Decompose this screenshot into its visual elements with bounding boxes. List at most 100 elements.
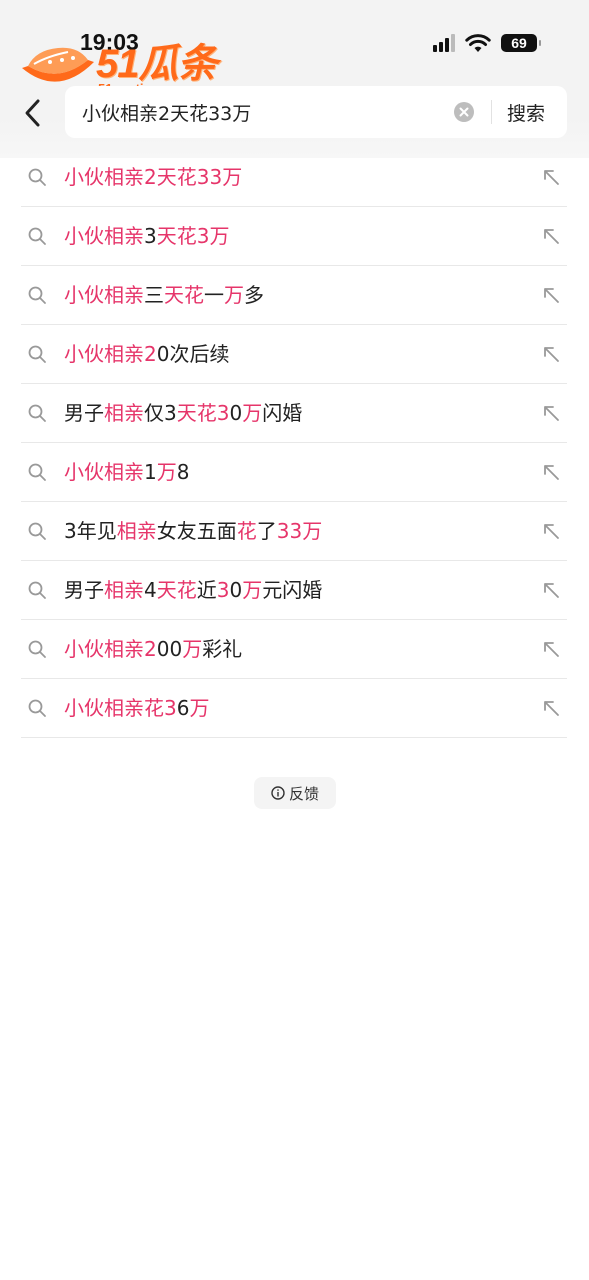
status-icons: 69 bbox=[433, 32, 541, 54]
arrow-up-left-icon[interactable] bbox=[541, 285, 561, 305]
suggestion-text: 小伙相亲三天花一万多 bbox=[64, 281, 264, 309]
highlighted-text: 天花 bbox=[156, 224, 197, 248]
highlighted-text: 花 bbox=[144, 696, 164, 720]
plain-text: 男子 bbox=[64, 578, 104, 602]
highlighted-text: 天花 bbox=[156, 165, 197, 189]
arrow-up-left-icon[interactable] bbox=[541, 344, 561, 364]
highlighted-text: 小伙相亲 bbox=[64, 637, 144, 661]
suggestion-item[interactable]: 小伙相亲1万8 bbox=[21, 443, 567, 502]
highlighted-text: 天花 bbox=[156, 578, 197, 602]
clear-button[interactable] bbox=[454, 102, 474, 122]
arrow-up-left-icon[interactable] bbox=[541, 167, 561, 187]
search-icon bbox=[28, 168, 46, 186]
search-input[interactable] bbox=[82, 98, 442, 126]
search-icon bbox=[28, 345, 46, 363]
suggestion-item[interactable]: 小伙相亲200万彩礼 bbox=[21, 620, 567, 679]
feedback-label: 反馈 bbox=[288, 784, 319, 803]
wifi-icon bbox=[465, 33, 491, 53]
search-bar: 搜索 bbox=[65, 86, 567, 138]
highlighted-text: 万 bbox=[182, 637, 203, 661]
battery-indicator: 69 bbox=[501, 34, 541, 52]
highlighted-text: 相亲 bbox=[116, 519, 157, 543]
highlighted-text: 万 bbox=[242, 578, 263, 602]
search-icon bbox=[28, 286, 46, 304]
suggestion-text: 小伙相亲花36万 bbox=[64, 694, 209, 722]
highlighted-text: 相亲 bbox=[104, 401, 144, 425]
feedback-button[interactable]: 反馈 bbox=[254, 777, 336, 809]
plain-text: 男子 bbox=[64, 401, 104, 425]
suggestion-list: 小伙相亲2天花33万 小伙相亲3天花3万 小伙相亲三天花一万多 小伙相亲20次后续 男子… bbox=[21, 148, 567, 738]
arrow-up-left-icon[interactable] bbox=[541, 462, 561, 482]
highlighted-text: 万 bbox=[224, 283, 244, 307]
plain-text: 4 bbox=[144, 578, 157, 602]
info-circle-icon bbox=[271, 786, 285, 800]
highlighted-text: 小伙相亲 bbox=[64, 283, 144, 307]
clear-circle-icon bbox=[459, 107, 469, 117]
highlighted-text: 小伙相亲 bbox=[64, 224, 144, 248]
arrow-up-left-icon[interactable] bbox=[541, 580, 561, 600]
suggestion-text: 小伙相亲1万8 bbox=[64, 458, 189, 486]
plain-text: 近 bbox=[196, 578, 217, 602]
suggestion-item[interactable]: 男子相亲仅3天花30万闪婚 bbox=[21, 384, 567, 443]
plain-text: 闪婚 bbox=[262, 401, 303, 425]
cellular-signal-icon bbox=[433, 34, 455, 52]
plain-text: 彩礼 bbox=[202, 637, 243, 661]
search-icon bbox=[28, 640, 46, 658]
suggestion-item[interactable]: 小伙相亲2天花33万 bbox=[21, 148, 567, 207]
highlighted-text: 3 bbox=[196, 224, 210, 248]
suggestion-text: 小伙相亲3天花3万 bbox=[64, 222, 229, 250]
chevron-left-icon bbox=[25, 99, 40, 127]
arrow-up-left-icon[interactable] bbox=[541, 521, 561, 541]
search-divider bbox=[491, 100, 492, 124]
highlighted-text: 小伙相亲 bbox=[64, 165, 144, 189]
page: 19:03 69 51瓜条 51guatiao.com bbox=[0, 0, 589, 1280]
search-button[interactable]: 搜索 bbox=[507, 99, 545, 126]
back-button[interactable] bbox=[18, 96, 46, 130]
highlighted-text: 2 bbox=[144, 637, 157, 661]
arrow-up-left-icon[interactable] bbox=[541, 226, 561, 246]
highlighted-text: 万 bbox=[222, 165, 243, 189]
suggestion-text: 小伙相亲2天花33万 bbox=[64, 163, 242, 191]
highlighted-text: 2 bbox=[144, 165, 157, 189]
plain-text: 一 bbox=[204, 283, 224, 307]
highlighted-text: 万 bbox=[189, 696, 210, 720]
highlighted-text: 33 bbox=[276, 519, 303, 543]
arrow-up-left-icon[interactable] bbox=[541, 639, 561, 659]
plain-text: 00 bbox=[156, 637, 183, 661]
watermark-text: 51瓜条 bbox=[96, 42, 217, 86]
search-icon bbox=[28, 699, 46, 717]
suggestion-item[interactable]: 男子相亲4天花近30万元闪婚 bbox=[21, 561, 567, 620]
highlighted-text: 花 bbox=[236, 519, 257, 543]
plain-text: 女友五面 bbox=[156, 519, 237, 543]
plain-text: 仅3 bbox=[144, 401, 177, 425]
plain-text: 8 bbox=[176, 460, 190, 484]
plain-text: 0 bbox=[229, 578, 243, 602]
suggestion-item[interactable]: 3年见相亲女友五面花了33万 bbox=[21, 502, 567, 561]
plain-text: 1 bbox=[144, 460, 157, 484]
highlighted-text: 天花 bbox=[164, 283, 204, 307]
search-icon bbox=[28, 463, 46, 481]
plain-text: 0次后续 bbox=[156, 342, 230, 366]
highlighted-text: 万 bbox=[209, 224, 230, 248]
plain-text: 3 bbox=[144, 224, 157, 248]
suggestion-text: 3年见相亲女友五面花了33万 bbox=[64, 517, 322, 545]
highlighted-text: 万 bbox=[156, 460, 177, 484]
arrow-up-left-icon[interactable] bbox=[541, 403, 561, 423]
plain-text: 元闪婚 bbox=[262, 578, 323, 602]
highlighted-text: 3 bbox=[216, 401, 230, 425]
plain-text: 3年见 bbox=[64, 519, 117, 543]
arrow-up-left-icon[interactable] bbox=[541, 698, 561, 718]
suggestion-item[interactable]: 小伙相亲20次后续 bbox=[21, 325, 567, 384]
suggestion-item[interactable]: 小伙相亲三天花一万多 bbox=[21, 266, 567, 325]
highlighted-text: 天花 bbox=[176, 401, 217, 425]
suggestion-item[interactable]: 小伙相亲花36万 bbox=[21, 679, 567, 738]
plain-text: 多 bbox=[244, 283, 264, 307]
highlighted-text: 小伙相亲 bbox=[64, 342, 144, 366]
highlighted-text: 小伙相亲 bbox=[64, 460, 144, 484]
suggestion-text: 男子相亲4天花近30万元闪婚 bbox=[64, 576, 322, 604]
suggestion-item[interactable]: 小伙相亲3天花3万 bbox=[21, 207, 567, 266]
highlighted-text: 3 bbox=[216, 578, 230, 602]
highlighted-text: 33 bbox=[196, 165, 223, 189]
highlighted-text: 万 bbox=[302, 519, 323, 543]
plain-text: 三 bbox=[144, 283, 164, 307]
